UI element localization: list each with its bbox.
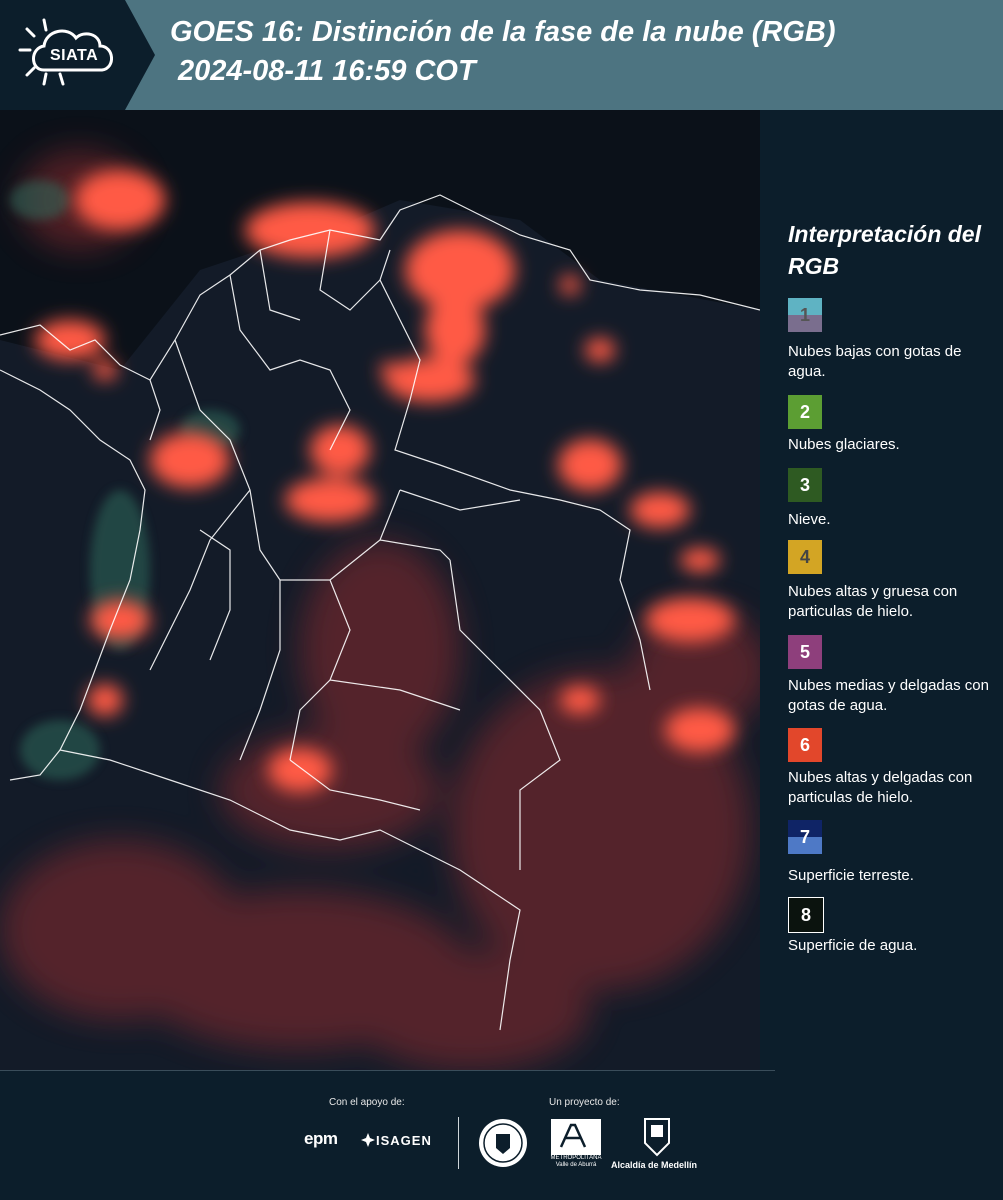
satellite-imagery	[0, 110, 760, 1070]
alcaldia-shield-icon	[644, 1118, 670, 1157]
legend-number: 4	[799, 546, 810, 567]
legend-label-7: Superficie terreste.	[788, 867, 914, 884]
siata-logo: SIATA	[0, 0, 155, 110]
area-metropolitana-text: METROPOLITANA Valle de Aburrá	[550, 1155, 602, 1168]
logo-text: SIATA	[50, 47, 99, 64]
isagen-icon	[361, 1133, 375, 1147]
legend-number: 3	[799, 474, 810, 495]
alcaldia-text: Alcaldía de Medellín	[611, 1160, 698, 1170]
legend-swatch-7: 7	[788, 820, 822, 854]
legend-swatch-8: 8	[788, 897, 824, 933]
legend-number: 5	[799, 641, 810, 662]
legend-swatch-2: 2	[788, 395, 822, 429]
legend-label-1: Nubes bajas con gotas de agua.	[788, 343, 962, 380]
legend-number: 1	[799, 304, 810, 325]
isagen-logo: ISAGEN	[376, 1133, 432, 1148]
area-metropolitana-logo-icon	[551, 1119, 601, 1155]
legend-label-8: Superficie de agua.	[788, 937, 918, 954]
legend-label-2: Nubes glaciares.	[788, 436, 900, 453]
legend-label-4: Nubes altas y gruesa con particulas de h…	[788, 583, 958, 620]
legend-label-3: Nieve.	[788, 511, 831, 528]
legend-number: 8	[800, 904, 811, 925]
legend-panel: Interpretación del RGB 1 Nubes bajas con …	[760, 110, 1003, 1070]
legend-number: 7	[799, 826, 810, 847]
footer-separator	[458, 1117, 459, 1169]
epm-logo: epm	[304, 1129, 338, 1148]
legend-swatch-5: 5	[788, 635, 822, 669]
legend-number: 2	[799, 401, 810, 422]
legend-label-5: Nubes medias y delgadas con gotas de agu…	[788, 677, 989, 714]
legend-swatch-3: 3	[788, 468, 822, 502]
legend-title: Interpretación del RGB	[788, 221, 981, 279]
timestamp: 2024-08-11 16:59 COT	[178, 55, 476, 87]
page-title: GOES 16: Distinción de la fase de la nub…	[170, 16, 836, 48]
satellite-map	[0, 110, 760, 1070]
legend-label-6: Nubes altas y delgadas con particulas de…	[788, 769, 973, 806]
project-label: Un proyecto de:	[549, 1097, 620, 1108]
legend-swatch-4: 4	[788, 540, 822, 574]
footer-divider	[0, 1070, 775, 1071]
header-banner: SIATA GOES 16: Distinción de la fase de …	[0, 0, 1003, 110]
support-label: Con el apoyo de:	[329, 1097, 405, 1108]
legend-number: 6	[799, 734, 810, 755]
university-seal-icon	[479, 1119, 527, 1167]
legend-swatch-6: 6	[788, 728, 822, 762]
legend-swatch-1: 1	[788, 298, 822, 332]
